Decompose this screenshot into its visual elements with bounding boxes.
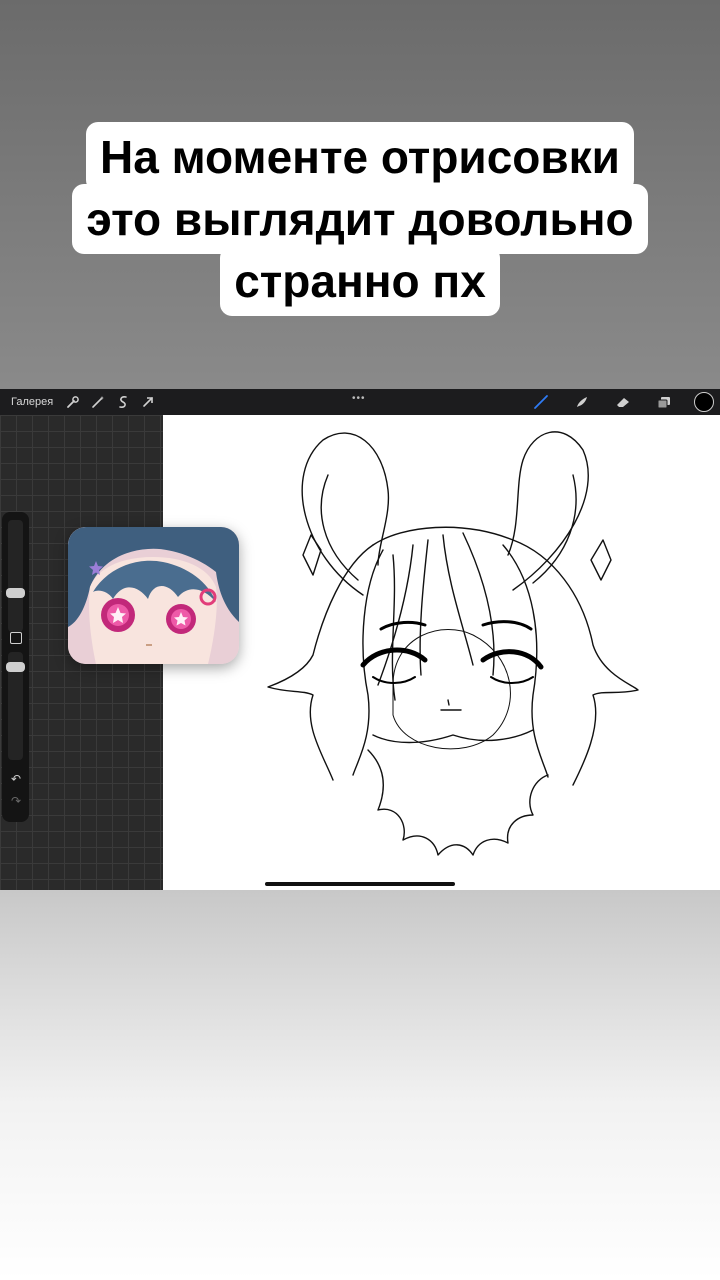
redo-icon[interactable]: ↷ <box>8 794 24 808</box>
smudge-icon[interactable] <box>571 391 593 413</box>
bangs-lines <box>377 544 414 686</box>
brush-size-slider[interactable] <box>8 520 23 632</box>
caption-line-2: это выглядит довольно <box>72 184 648 254</box>
construction-circle <box>392 628 511 750</box>
caption-line-1: На моменте отрисовки <box>86 122 634 192</box>
eraser-icon[interactable] <box>612 391 634 413</box>
selection-icon[interactable] <box>112 391 134 413</box>
right-ear-outline <box>507 431 589 591</box>
left-ear-outline <box>301 432 390 596</box>
drawing-canvas[interactable] <box>163 415 720 890</box>
brush-size-handle[interactable] <box>6 588 25 598</box>
right-ear-inner <box>532 474 577 584</box>
opacity-handle[interactable] <box>6 662 25 672</box>
anime-character-illustration <box>68 527 239 664</box>
modifier-button[interactable] <box>10 632 22 644</box>
wrench-icon[interactable] <box>62 391 84 413</box>
color-swatch-button[interactable] <box>694 392 714 412</box>
caption-line-3: странно пх <box>220 246 500 316</box>
hair-outline <box>372 526 639 786</box>
reference-thumbnail[interactable] <box>68 527 239 664</box>
left-eye <box>360 647 428 668</box>
lower-background <box>0 890 720 1280</box>
left-crystal <box>302 534 322 576</box>
side-panel: ↶ ↷ <box>2 512 29 822</box>
undo-icon[interactable]: ↶ <box>8 772 24 786</box>
magic-wand-icon[interactable] <box>87 391 109 413</box>
layers-icon[interactable] <box>653 391 675 413</box>
tool-group <box>511 391 714 413</box>
lineart-sketch <box>267 431 639 856</box>
right-crystal <box>590 539 612 581</box>
right-eye <box>480 649 544 670</box>
gallery-button[interactable]: Галерея <box>11 396 53 408</box>
brush-icon[interactable] <box>530 391 552 413</box>
top-toolbar: Галерея ••• <box>0 389 720 415</box>
home-indicator <box>265 882 455 886</box>
fluff-lower <box>367 749 549 856</box>
transform-arrow-icon[interactable] <box>137 391 159 413</box>
more-dots-handle[interactable]: ••• <box>352 393 366 404</box>
story-caption: На моменте отрисовки это выглядит доволь… <box>0 122 720 316</box>
